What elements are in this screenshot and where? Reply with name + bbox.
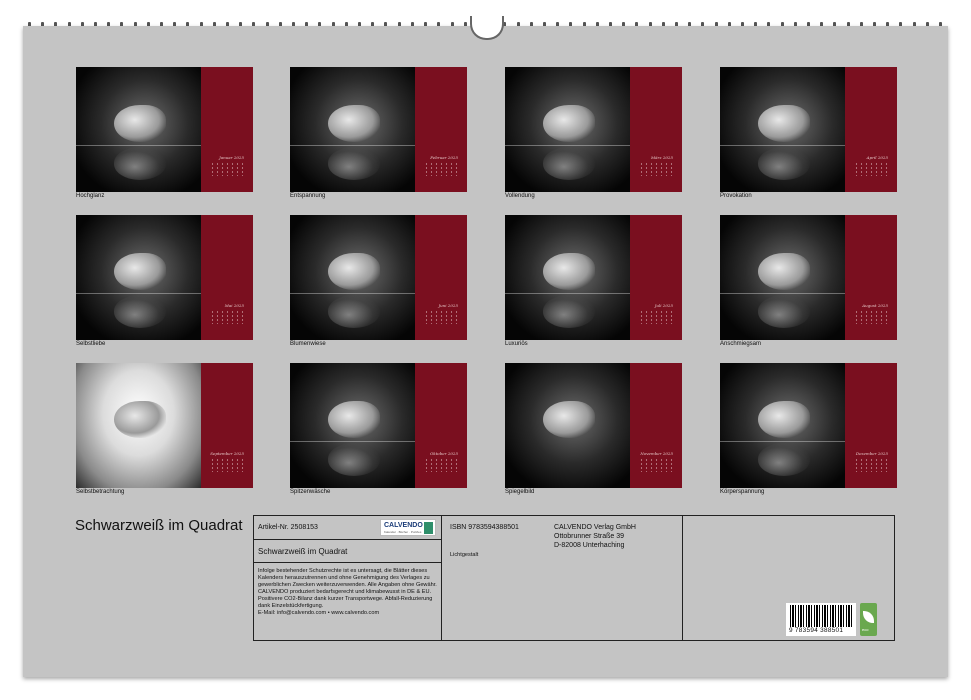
month-label: November 2025 (640, 451, 673, 456)
month-thumbnail[interactable]: Mai 2025 Selbstliebe (76, 215, 253, 347)
month-photo (76, 67, 201, 192)
month-panel: August 2025 (845, 215, 897, 340)
month-label: Mai 2025 (224, 303, 244, 308)
day-grid (210, 310, 246, 324)
month-thumbnail[interactable]: Oktober 2025 Spitzenwäsche (290, 363, 467, 495)
month-caption: Hochglanz (76, 193, 105, 199)
publisher-column: ISBN 9783594388501 Lichtgestalt CALVENDO… (442, 516, 683, 640)
product-info-column: Artikel-Nr. 2508153 CALVENDO Kalender · … (254, 516, 442, 640)
month-photo (290, 215, 415, 340)
month-caption: Entspannung (290, 193, 326, 199)
month-thumbnail[interactable]: Dezember 2025 Körperspannung (720, 363, 897, 495)
day-grid (854, 310, 890, 324)
day-grid (424, 162, 460, 176)
flag-icon (424, 522, 433, 534)
publisher-name: CALVENDO Verlag GmbH (554, 524, 636, 531)
publisher-city: D-82008 Unterhaching (554, 542, 625, 549)
month-label: Oktober 2025 (429, 451, 458, 456)
month-photo (505, 215, 630, 340)
month-photo (720, 363, 845, 488)
contact-text: E-Mail: info@calvendo.com • www.calvendo… (258, 610, 380, 616)
product-title: Schwarzweiß im Quadrat (258, 547, 348, 556)
month-photo (720, 215, 845, 340)
month-panel: Mai 2025 (201, 215, 253, 340)
month-panel: April 2025 (845, 67, 897, 192)
month-label: April 2025 (866, 155, 888, 160)
month-panel: November 2025 (630, 363, 682, 488)
month-photo (76, 363, 201, 488)
month-thumbnail[interactable]: November 2025 Spiegelbild (505, 363, 682, 495)
logo-tagline: Kalender · Bücher · Puzzles (384, 530, 422, 534)
day-grid (210, 458, 246, 472)
publisher-street: Ottobrunner Straße 39 (554, 533, 625, 540)
day-grid (424, 310, 460, 324)
month-panel: Februar 2025 (415, 67, 467, 192)
product-title-row: Schwarzweiß im Quadrat (254, 540, 441, 563)
day-grid (639, 310, 675, 324)
day-grid (639, 458, 675, 472)
day-grid (854, 162, 890, 176)
day-grid (854, 458, 890, 472)
isbn: ISBN 9783594388501 (450, 524, 519, 531)
month-panel: Juni 2025 (415, 215, 467, 340)
month-caption: Provokation (720, 193, 752, 199)
month-label: Januar 2025 (219, 155, 244, 160)
month-label: März 2025 (651, 155, 673, 160)
month-panel: September 2025 (201, 363, 253, 488)
eco-badge: eco (860, 603, 877, 636)
month-photo (505, 363, 630, 488)
day-grid (639, 162, 675, 176)
month-photo (720, 67, 845, 192)
month-caption: Luxuriös (505, 341, 528, 347)
month-thumbnail[interactable]: September 2025 Selbstbetrachtung (76, 363, 253, 495)
month-label: September 2025 (210, 451, 244, 456)
calendar-title: Schwarzweiß im Quadrat (75, 517, 243, 534)
month-thumbnail[interactable]: März 2025 Vollendung (505, 67, 682, 199)
month-caption: Blumenwiese (290, 341, 326, 347)
month-photo (290, 363, 415, 488)
month-label: Juni 2025 (438, 303, 459, 308)
article-row: Artikel-Nr. 2508153 CALVENDO Kalender · … (254, 516, 441, 540)
leaf-icon (863, 611, 874, 623)
month-photo (76, 215, 201, 340)
month-caption: Selbstbetrachtung (76, 489, 125, 495)
isbn-barcode: 9 783594 388501 (786, 603, 856, 636)
barcode-number: 9 783594 388501 (789, 627, 844, 634)
product-info-box: Artikel-Nr. 2508153 CALVENDO Kalender · … (253, 515, 895, 641)
eco-label: eco (862, 627, 869, 632)
month-thumbnail[interactable]: Januar 2025 Hochglanz (76, 67, 253, 199)
month-photo (505, 67, 630, 192)
month-caption: Vollendung (505, 193, 535, 199)
month-panel: März 2025 (630, 67, 682, 192)
month-panel: Januar 2025 (201, 67, 253, 192)
month-caption: Anschmiegsam (720, 341, 762, 347)
notice-text: Infolge bestehender Schutzrechte ist es … (258, 568, 437, 609)
month-thumbnail[interactable]: August 2025 Anschmiegsam (720, 215, 897, 347)
article-number: Artikel-Nr. 2508153 (258, 524, 318, 531)
month-label: Juli 2025 (654, 303, 673, 308)
month-photo (290, 67, 415, 192)
month-caption: Körperspannung (720, 489, 765, 495)
day-grid (210, 162, 246, 176)
month-caption: Spiegelbild (505, 489, 535, 495)
day-grid (424, 458, 460, 472)
month-label: Februar 2025 (430, 155, 458, 160)
month-panel: Oktober 2025 (415, 363, 467, 488)
month-thumbnail[interactable]: Juni 2025 Blumenwiese (290, 215, 467, 347)
month-label: Dezember 2025 (855, 451, 888, 456)
author: Lichtgestalt (450, 552, 479, 558)
month-caption: Spitzenwäsche (290, 489, 331, 495)
month-thumbnail[interactable]: Juli 2025 Luxuriös (505, 215, 682, 347)
month-caption: Selbstliebe (76, 341, 106, 347)
month-panel: Dezember 2025 (845, 363, 897, 488)
month-thumbnail[interactable]: April 2025 Provokation (720, 67, 897, 199)
barcode-bars (790, 605, 852, 627)
legal-notice: Infolge bestehender Schutzrechte ist es … (258, 568, 438, 617)
calvendo-logo[interactable]: CALVENDO Kalender · Bücher · Puzzles (380, 519, 436, 536)
month-thumbnail[interactable]: Februar 2025 Entspannung (290, 67, 467, 199)
month-panel: Juli 2025 (630, 215, 682, 340)
month-label: August 2025 (862, 303, 888, 308)
logo-wordmark: CALVENDO (384, 522, 423, 529)
